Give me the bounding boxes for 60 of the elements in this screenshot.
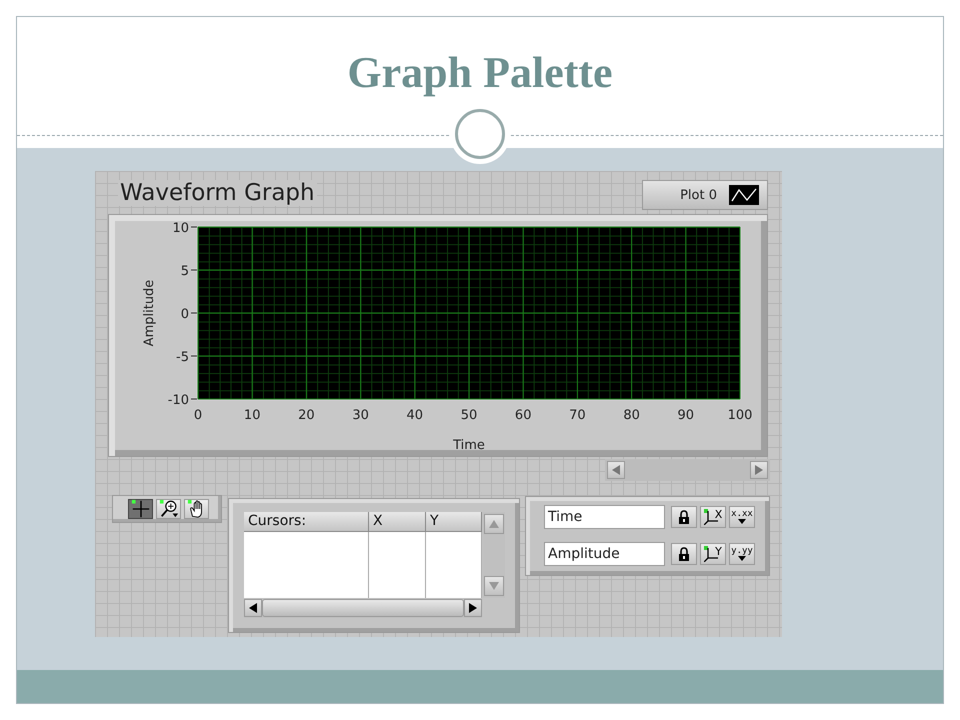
scale-name-field[interactable]: Time <box>544 505 665 529</box>
axis-tick-label: 90 <box>678 408 694 423</box>
axis-letter: Y <box>715 546 722 556</box>
left-arrow-icon <box>249 603 257 613</box>
format-label: y.yy <box>731 547 753 555</box>
up-arrow-icon <box>489 520 499 528</box>
tool-button[interactable] <box>156 499 181 519</box>
tool-button[interactable] <box>184 499 209 519</box>
lock-icon <box>678 547 690 561</box>
caret-icon <box>738 519 746 524</box>
axis-tick-label: 5 <box>180 264 198 279</box>
y-tick-label: -5 <box>176 350 189 365</box>
format-label: x.xx <box>731 510 753 518</box>
axis-tick-label: 70 <box>569 408 586 423</box>
right-arrow-icon <box>755 465 763 475</box>
caret-icon <box>738 556 746 561</box>
x-axis-title: Time <box>453 438 485 453</box>
column-header: Cursors: <box>244 512 369 532</box>
lock-button[interactable] <box>671 543 697 565</box>
scale-name-field[interactable]: Amplitude <box>544 542 665 566</box>
y-tick-label: 10 <box>172 221 189 236</box>
format-button[interactable]: y.yy <box>729 543 755 565</box>
axis-tick-label: 100 <box>728 408 752 423</box>
crosshair-icon <box>130 499 150 519</box>
zoom-icon <box>158 499 178 519</box>
axis-tick-label: 50 <box>460 408 478 423</box>
scrollbar[interactable] <box>483 512 505 598</box>
axis-tick-label: 10 <box>244 408 260 423</box>
axis-tick-label: 80 <box>623 408 640 423</box>
y-tick-label: -10 <box>168 393 189 408</box>
y-tick-label: 5 <box>180 264 189 279</box>
axis-letter: X <box>714 508 722 520</box>
lock-icon <box>678 510 690 524</box>
axis-tick-label: 20 <box>298 408 315 423</box>
right-arrow-icon <box>469 603 477 613</box>
tool-button[interactable] <box>128 499 153 519</box>
axis-tick-label: -5 <box>176 350 198 365</box>
axis-tick-label: 40 <box>406 408 424 423</box>
axis-tick-label: 0 <box>180 307 198 322</box>
axis-tick-label: 10 <box>172 221 198 236</box>
left-arrow-icon <box>612 465 620 475</box>
slide-title: Graph Palette <box>347 47 613 98</box>
y-tick-label: 0 <box>180 307 189 322</box>
autoscale-button[interactable]: X <box>700 506 726 528</box>
axis-tick-label: 30 <box>352 408 369 423</box>
format-button[interactable]: x.xx <box>729 506 755 528</box>
line-style-icon <box>729 185 759 205</box>
column-header: Y <box>426 512 482 532</box>
y-axis-title: Amplitude <box>142 280 157 346</box>
axis-tick-label: -10 <box>168 393 198 408</box>
column-header: X <box>369 512 426 532</box>
scrollbar[interactable] <box>244 598 482 618</box>
lock-button[interactable] <box>671 506 697 528</box>
scrollbar[interactable] <box>605 459 770 481</box>
autoscale-button[interactable]: Y <box>700 543 726 565</box>
down-arrow-icon <box>489 582 499 590</box>
axis-tick-label: 60 <box>514 408 532 423</box>
axis-tick-label: 0 <box>194 408 202 423</box>
plot-legend[interactable]: Plot 0 <box>642 180 768 210</box>
graph-label: Waveform Graph <box>118 180 317 206</box>
